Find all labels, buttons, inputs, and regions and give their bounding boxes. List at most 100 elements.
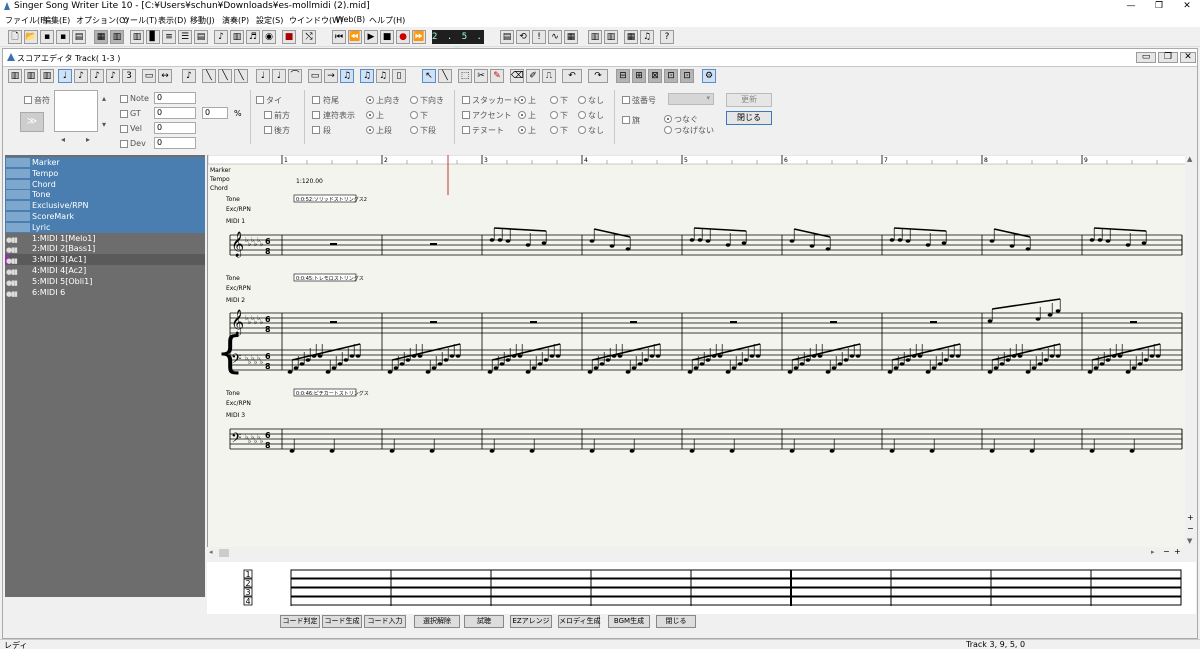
box-icon[interactable]: ▭ <box>308 69 322 83</box>
chord-row-lane[interactable] <box>290 578 1182 588</box>
note-head[interactable] <box>955 354 961 358</box>
stem-up-icon[interactable]: ♩ <box>256 69 270 83</box>
note-head[interactable] <box>789 239 795 243</box>
note-head[interactable] <box>317 354 323 358</box>
note-head[interactable] <box>1093 366 1099 370</box>
track-row[interactable]: Exclusive/RPN <box>5 200 205 212</box>
hzoom-out-icon[interactable]: − <box>1163 547 1170 556</box>
staff-up-radio[interactable] <box>366 126 374 134</box>
note-head[interactable] <box>1009 244 1015 248</box>
note-head[interactable] <box>541 241 547 245</box>
menu-play[interactable]: 演奏(P) <box>222 15 249 26</box>
note-head[interactable] <box>505 358 511 362</box>
note-head[interactable] <box>331 366 337 370</box>
note-head[interactable] <box>1055 354 1061 358</box>
editor-close-button[interactable]: ✕ <box>1180 52 1196 63</box>
scissors-icon[interactable]: ✂ <box>474 69 488 83</box>
panel-close-button[interactable]: 閉じる <box>726 111 772 125</box>
stem-up-radio[interactable] <box>366 96 374 104</box>
note-head[interactable] <box>689 238 695 242</box>
track-row[interactable]: Lyric <box>5 221 205 233</box>
stop-icon[interactable]: ■ <box>380 30 394 44</box>
menu-settings[interactable]: 設定(S) <box>256 15 283 26</box>
stem-checkbox[interactable] <box>312 96 320 104</box>
note-head[interactable] <box>1037 362 1043 366</box>
note-head[interactable] <box>741 241 747 245</box>
print-icon[interactable]: ▤ <box>72 30 86 44</box>
note-head[interactable] <box>1025 247 1031 251</box>
staccato-none-radio[interactable] <box>578 96 586 104</box>
note-head[interactable] <box>1105 358 1111 362</box>
note-head[interactable] <box>489 449 495 453</box>
note-head[interactable] <box>929 449 935 453</box>
rewind-icon[interactable]: ⏪ <box>348 30 362 44</box>
track-row[interactable]: ScoreMark <box>5 211 205 222</box>
zoom4-icon[interactable]: ⊡ <box>664 69 678 83</box>
note-head[interactable] <box>387 370 393 374</box>
score-icon[interactable]: ♪ <box>214 30 228 44</box>
note-head[interactable] <box>589 449 595 453</box>
note-head[interactable] <box>1017 354 1023 358</box>
note-head[interactable] <box>487 370 493 374</box>
note-head[interactable] <box>525 243 531 247</box>
song-view-icon[interactable]: ▥ <box>110 30 124 44</box>
note-head[interactable] <box>625 247 631 251</box>
note-head[interactable] <box>989 449 995 453</box>
note-head[interactable] <box>755 354 761 358</box>
note-head[interactable] <box>393 366 399 370</box>
not-connect-radio[interactable] <box>664 126 672 134</box>
note-head[interactable] <box>593 366 599 370</box>
note-head[interactable] <box>299 362 305 366</box>
note-head[interactable] <box>429 449 435 453</box>
note-head[interactable] <box>725 243 731 247</box>
note-head[interactable] <box>499 362 505 366</box>
guitar-icon[interactable]: ♬ <box>246 30 260 44</box>
string-no-select[interactable]: ▾ <box>668 93 714 105</box>
fast-forward-icon[interactable]: ⏩ <box>412 30 426 44</box>
chord-icon[interactable]: ▦ <box>624 30 638 44</box>
note-head[interactable] <box>889 238 895 242</box>
note-head[interactable] <box>437 362 443 366</box>
tuplet-checkbox[interactable] <box>312 111 320 119</box>
note-field[interactable]: 0 <box>154 92 196 104</box>
tenuto-none-radio[interactable] <box>578 126 586 134</box>
note-head[interactable] <box>749 354 755 358</box>
metronome-icon[interactable]: ▤ <box>500 30 514 44</box>
up-small-icon[interactable]: ▴ <box>102 94 106 103</box>
note-head[interactable] <box>493 366 499 370</box>
scroll-up-icon[interactable]: ▲ <box>1187 155 1192 163</box>
vel-field[interactable]: 0 <box>154 122 196 134</box>
list-icon[interactable]: ≡ <box>162 30 176 44</box>
note-head[interactable] <box>449 354 455 358</box>
grid3-icon[interactable]: ▥ <box>40 69 54 83</box>
note-head[interactable] <box>455 354 461 358</box>
gt-extra-field[interactable]: 0 <box>202 107 228 119</box>
voice3-icon[interactable]: ♫ <box>376 69 390 83</box>
menu-move[interactable]: 移動(J) <box>190 15 215 26</box>
track-row[interactable]: Tone <box>5 189 205 201</box>
flag-icon[interactable]: ♪ <box>182 69 196 83</box>
staccato-up-radio[interactable] <box>518 96 526 104</box>
menu-view[interactable]: 表示(D) <box>158 15 186 26</box>
insert-icon[interactable]: ▯ <box>392 69 406 83</box>
note-head[interactable] <box>1029 449 1035 453</box>
note-head[interactable] <box>831 366 837 370</box>
note-head[interactable] <box>389 449 395 453</box>
staff-down-radio[interactable] <box>410 126 418 134</box>
line-tool-icon[interactable]: ╲ <box>438 69 452 83</box>
menu-option[interactable]: オプション(O) <box>76 15 129 26</box>
note-head[interactable] <box>849 354 855 358</box>
menu-help[interactable]: ヘルプ(H) <box>369 15 405 26</box>
note-head[interactable] <box>1055 309 1061 313</box>
note-head[interactable] <box>705 358 711 362</box>
scroll-left-icon[interactable]: ◂ <box>209 548 213 556</box>
save-as-icon[interactable]: ▪ <box>56 30 70 44</box>
menu-edit[interactable]: 編集(E) <box>43 15 70 26</box>
note-head[interactable] <box>699 362 705 366</box>
chord-close-button[interactable]: 閉じる <box>656 615 696 628</box>
rec-view-icon[interactable]: ■ <box>282 30 296 44</box>
note-head[interactable] <box>743 358 749 362</box>
note-head[interactable] <box>605 358 611 362</box>
pager-right-icon[interactable]: ▸ <box>86 135 90 144</box>
note-head[interactable] <box>587 370 593 374</box>
